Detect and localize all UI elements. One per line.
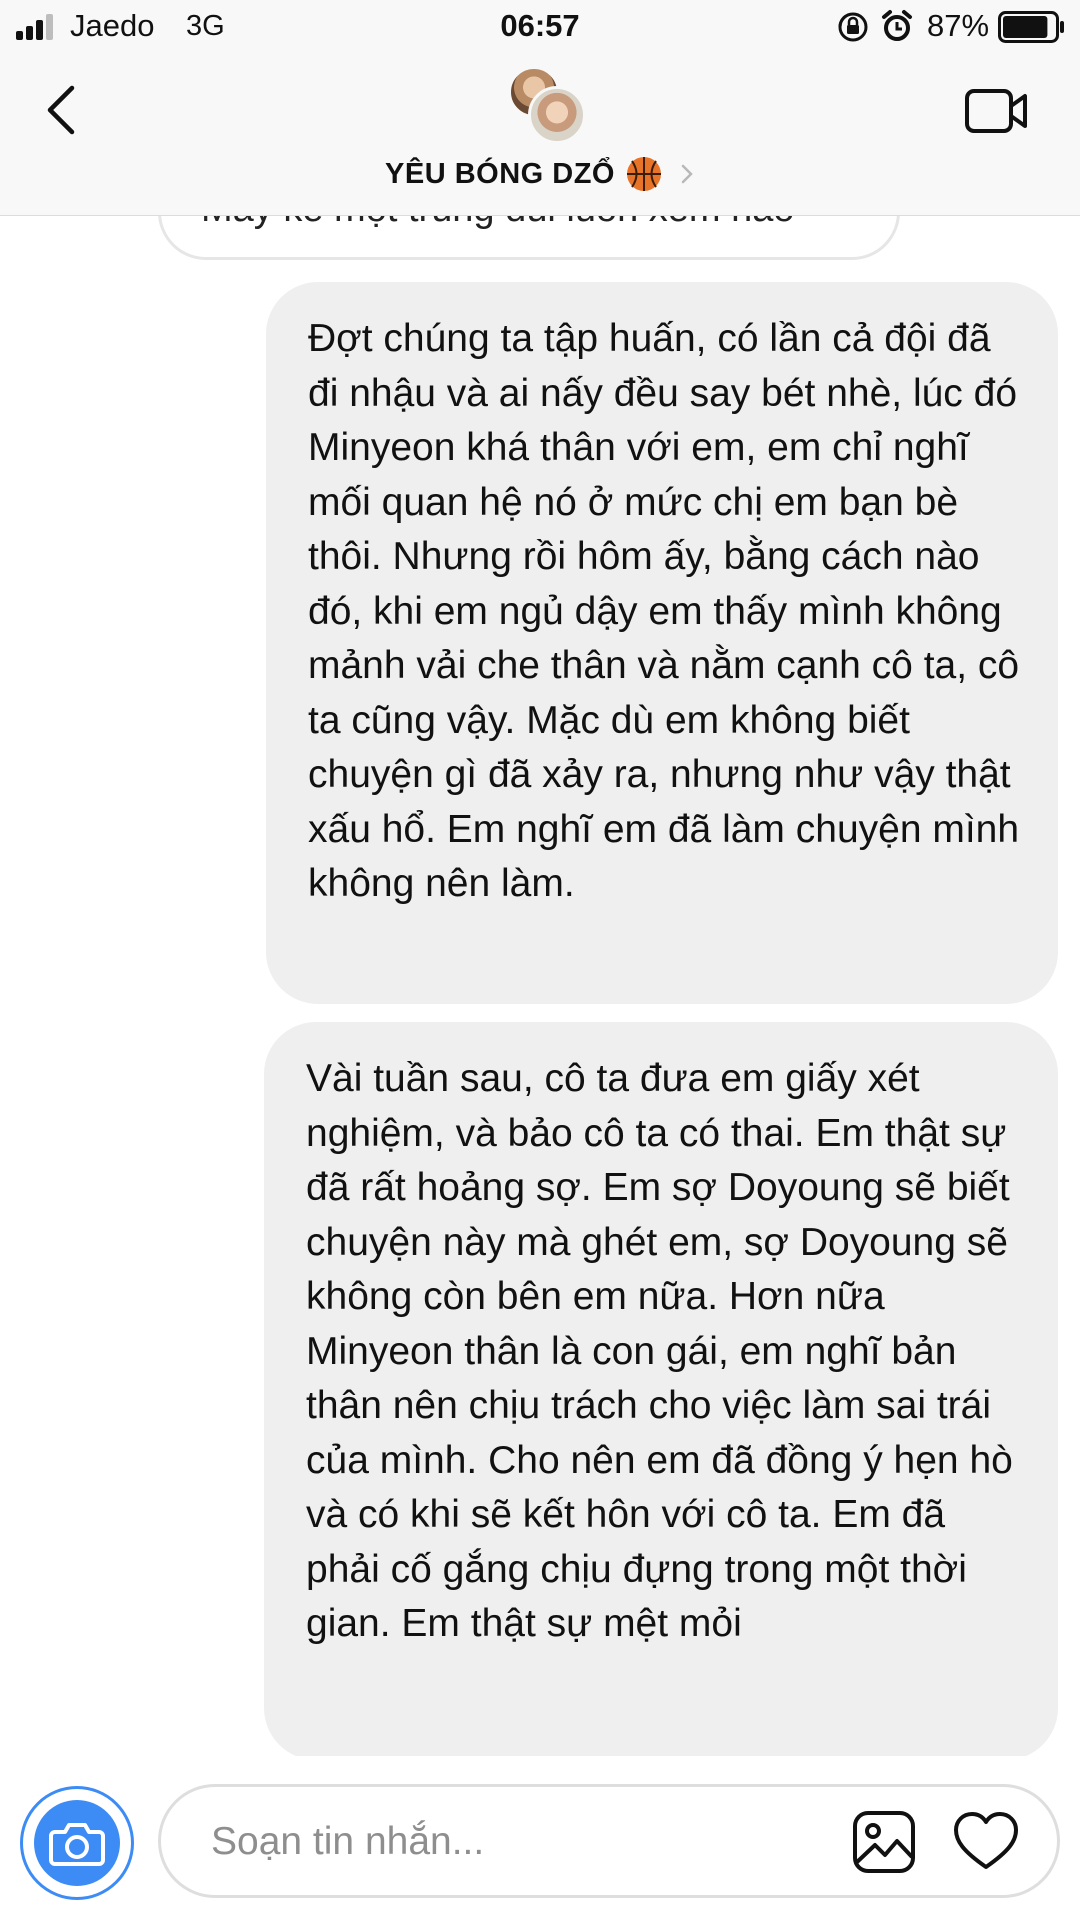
message-input[interactable] — [211, 1817, 771, 1867]
message-bubble-sent[interactable]: Vài tuần sau, cô ta đưa em giấy xét nghi… — [264, 1022, 1058, 1756]
chevron-right-icon — [681, 164, 693, 184]
message-text: Vài tuần sau, cô ta đưa em giấy xét nghi… — [306, 1057, 1013, 1645]
battery-percentage: 87% — [927, 8, 990, 43]
message-list[interactable]: Mấy kể một trúng đúi luôn xem nào Đợt ch… — [0, 216, 1080, 1756]
battery-icon — [998, 11, 1064, 43]
message-composer — [0, 1756, 1080, 1920]
message-bubble-received: Mấy kể một trúng đúi luôn xem nào — [158, 216, 900, 260]
video-call-button[interactable] — [964, 86, 1028, 136]
back-button[interactable] — [34, 74, 94, 144]
group-avatars[interactable] — [508, 66, 588, 144]
message-input-container[interactable] — [158, 1784, 1060, 1898]
avatar — [528, 86, 586, 144]
message-text: Đợt chúng ta tập huấn, có lần cả đội đã … — [308, 317, 1020, 905]
image-gallery-button[interactable] — [851, 1809, 917, 1875]
chat-title-button[interactable]: YÊU BÓNG DZỔ — [0, 150, 1080, 198]
camera-button[interactable] — [20, 1786, 134, 1900]
message-text: Mấy kể một trúng đúi luôn xem nào — [201, 216, 795, 231]
chat-title: YÊU BÓNG DZỔ — [385, 157, 615, 190]
status-time: 06:57 — [500, 8, 580, 43]
heart-icon[interactable] — [953, 1811, 1019, 1873]
alarm-icon — [882, 10, 912, 41]
basketball-icon — [626, 157, 661, 191]
rotation-lock-icon — [838, 12, 868, 42]
camera-icon — [49, 1823, 105, 1866]
status-bar: Jaedo 3G 06:57 87% — [0, 0, 1080, 54]
message-bubble-sent[interactable]: Đợt chúng ta tập huấn, có lần cả đội đã … — [266, 282, 1058, 1004]
chat-header: YÊU BÓNG DZỔ — [0, 54, 1080, 216]
